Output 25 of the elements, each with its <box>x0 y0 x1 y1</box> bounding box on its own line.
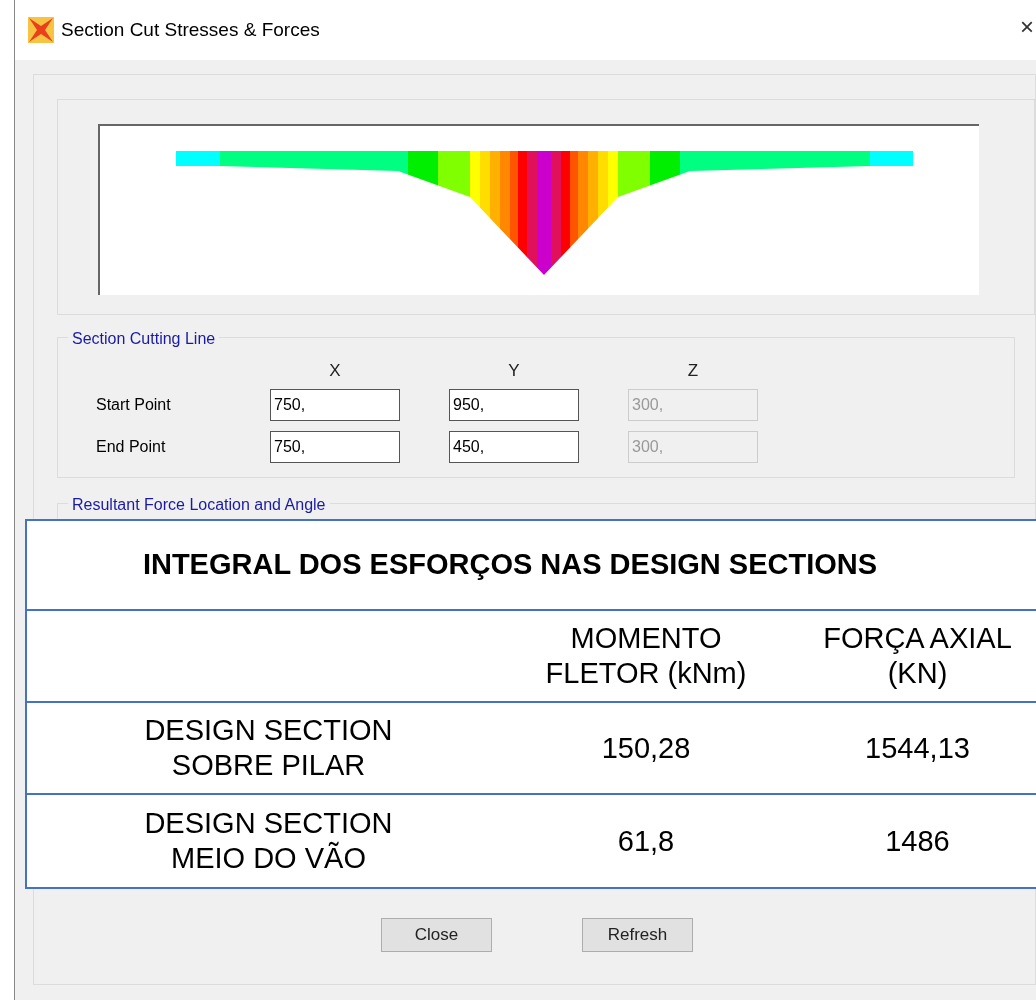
row-label: Start Point <box>96 395 172 415</box>
coordinate-field[interactable]: 750, <box>270 389 400 421</box>
group-title: Resultant Force Location and Angle <box>68 495 330 515</box>
coordinate-field[interactable]: 950, <box>449 389 579 421</box>
table-cell: 61,8 <box>617 823 675 859</box>
group-title: Section Cutting Line <box>68 329 220 349</box>
column-header: X <box>328 360 342 380</box>
table-cell: 1544,13 <box>865 730 970 766</box>
column-header: MOMENTO FLETOR (kNm) <box>544 621 748 691</box>
close-icon[interactable]: × <box>1020 15 1034 39</box>
table-title: INTEGRAL DOS ESFORÇOS NAS DESIGN SECTIONS <box>27 521 1036 611</box>
dialog-button[interactable]: Refresh <box>582 918 693 952</box>
column-header: FORÇA AXIAL (KN) <box>822 621 1013 691</box>
table-cell: 150,28 <box>601 730 691 766</box>
column-header: Y <box>507 360 521 380</box>
window-title: Section Cut Stresses & Forces <box>61 17 320 42</box>
coordinate-field[interactable]: 750, <box>270 431 400 463</box>
app-logo-icon <box>27 16 55 44</box>
coordinate-field[interactable]: 450, <box>449 431 579 463</box>
table-cell: 1486 <box>885 823 950 859</box>
table-cell-text: DESIGN SECTION SOBRE PILAR <box>143 713 394 783</box>
table-cell-text: DESIGN SECTION MEIO DO VÃO <box>143 806 394 876</box>
row-label: End Point <box>96 437 167 457</box>
column-header: Z <box>686 360 700 380</box>
dialog-button[interactable]: Close <box>381 918 492 952</box>
